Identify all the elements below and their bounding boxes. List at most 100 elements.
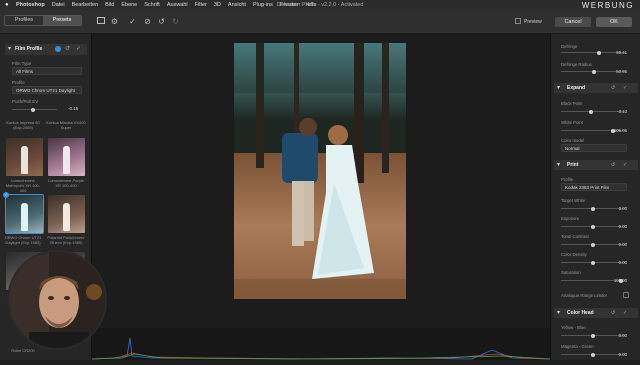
ok-button[interactable]: OK (596, 17, 632, 27)
print-row-slider[interactable] (561, 206, 625, 211)
print-profile-select[interactable]: Kodak 2383 Print Film (561, 183, 627, 191)
redo-icon[interactable]: ↻ (171, 17, 180, 26)
histogram-graph (91, 337, 551, 360)
chevron-down-icon[interactable]: ▾ (8, 45, 11, 52)
defringe-radius-knob[interactable] (591, 69, 596, 74)
film-thumbnail[interactable] (48, 195, 85, 233)
menu-item[interactable]: Schrift (144, 0, 160, 10)
menu-item[interactable]: Ansicht (228, 0, 246, 10)
menu-item[interactable]: 3D (214, 0, 221, 10)
menu-item[interactable]: Photoshop (16, 0, 45, 10)
chevron-down-icon[interactable]: ▾ (557, 308, 560, 318)
reset-icon[interactable]: ↺ (65, 45, 70, 52)
undo-icon[interactable]: ↺ (157, 17, 166, 26)
magenta-green-knob[interactable] (591, 352, 595, 357)
profile-label: Profile (12, 80, 25, 85)
menu-item[interactable]: Ebene (121, 0, 137, 10)
reset-icon[interactable]: ↺ (611, 160, 615, 170)
push-pull-value: -0.15 (68, 106, 79, 111)
right-panel: Defringe 59.41 Defringe Radius 50.95 Exp… (550, 34, 640, 360)
expand-title: Expand (567, 85, 586, 91)
print-row-label: Tonal Contrast (561, 234, 589, 239)
histogram (91, 328, 551, 360)
preview-checkbox[interactable] (515, 18, 521, 24)
film-thumbnail[interactable] (6, 138, 43, 176)
menu-item[interactable]: Plug-ins (253, 0, 273, 10)
apple-icon[interactable]: ● (5, 0, 9, 10)
preview-area[interactable] (91, 34, 551, 360)
thumbnail-caption: ORWO Chrom UT21 Daylight (Exp.1983) (4, 235, 42, 245)
thumbnail-caption: Lomochrome Purple XR 100-400 (47, 178, 85, 188)
gear-icon[interactable]: ⚙ (110, 17, 119, 26)
magenta-green-value: 0.00 (618, 352, 627, 357)
yellow-blue-value: 0.00 (618, 333, 627, 338)
film-profile-header[interactable]: Film Profile (5, 44, 87, 55)
menu-items: Photoshop Datei Bearbeiten Bild Ebene Schrift… (16, 0, 317, 10)
thumbnail-caption: Lomochrome Metropolis XR 100-400 (5, 178, 41, 193)
cancel-button[interactable]: Cancel (555, 17, 591, 27)
defringe-label: Defringe (561, 44, 578, 49)
print-row-value: 0.00 (618, 224, 627, 229)
menu-item[interactable]: Datei (52, 0, 65, 10)
defringe-knob[interactable] (596, 50, 601, 55)
color-head-title: Color Head (567, 310, 594, 316)
film-type-label: Film Type (12, 61, 32, 66)
photo-image (234, 43, 406, 299)
profile-select[interactable]: ORWO Chrom UT21 Daylight (12, 86, 82, 94)
favorite-heart-icon[interactable] (55, 46, 61, 52)
defringe-value: 59.41 (616, 50, 627, 55)
enable-check-icon[interactable]: ✓ (623, 308, 627, 318)
film-thumbnail[interactable] (48, 138, 85, 176)
black-point-knob[interactable] (589, 109, 594, 114)
color-model-label: Color model (561, 138, 585, 143)
print-profile-label: Profile (561, 177, 574, 182)
chevron-down-icon[interactable]: ▾ (557, 160, 560, 170)
yellow-blue-knob[interactable] (591, 333, 595, 338)
enable-check-icon[interactable]: ✓ (623, 160, 627, 170)
selected-check-icon: ✓ (3, 192, 9, 198)
split-view-icon[interactable] (97, 17, 105, 24)
thumbnail-caption: Rollei CR200 (11, 348, 35, 353)
enable-check-icon[interactable]: ✓ (76, 45, 81, 52)
print-row-value: 100.00 (613, 278, 627, 283)
tab-presets[interactable]: Presets (43, 16, 81, 25)
black-point-slider[interactable] (561, 109, 625, 114)
menu-item[interactable]: Bild (105, 0, 114, 10)
yellow-blue-label: Yellow - Blue (561, 325, 586, 330)
reset-icon[interactable]: ↺ (611, 308, 615, 318)
menu-item[interactable]: Filter (195, 0, 207, 10)
film-thumbnail-selected[interactable] (5, 194, 44, 234)
menu-item[interactable]: Auswahl (167, 0, 188, 10)
print-row-knob[interactable] (591, 242, 595, 247)
print-row-slider[interactable] (561, 260, 625, 265)
presenter-video (9, 252, 105, 348)
menu-item[interactable]: Fenster (280, 0, 299, 10)
magenta-green-label: Magenta - Green (561, 344, 594, 349)
print-row-slider[interactable] (561, 224, 625, 229)
print-row-knob[interactable] (591, 260, 595, 265)
magenta-green-slider[interactable] (561, 352, 625, 357)
print-row-knob[interactable] (591, 224, 595, 229)
print-row-label: Saturation (561, 270, 581, 275)
wedding-photo-preview[interactable] (234, 43, 406, 299)
menu-item[interactable]: Bearbeiten (72, 0, 99, 10)
analogue-range-checkbox[interactable] (623, 292, 629, 298)
chevron-down-icon[interactable]: ▾ (557, 83, 560, 93)
checkmark-circle-icon[interactable]: ✓ (128, 17, 137, 26)
yellow-blue-slider[interactable] (561, 333, 625, 338)
print-row-knob[interactable] (591, 206, 595, 211)
profiles-presets-toggle: Profiles Presets (4, 15, 82, 26)
thumbnail-caption: Konica Minolta VX400 Super (46, 120, 86, 130)
menu-item[interactable]: Hilfe (305, 0, 316, 10)
print-row-label: Exposure (561, 216, 580, 221)
reset-icon[interactable]: ↺ (611, 83, 615, 93)
print-row-slider[interactable] (561, 242, 625, 247)
film-type-select[interactable]: All Films (12, 67, 82, 75)
no-entry-icon[interactable]: ⊘ (143, 17, 152, 26)
color-model-select[interactable]: Normal (561, 144, 627, 152)
white-point-label: White Point (561, 120, 583, 125)
push-pull-knob[interactable] (31, 107, 36, 112)
enable-check-icon[interactable]: ✓ (623, 83, 627, 93)
tab-profiles[interactable]: Profiles (5, 16, 43, 25)
push-pull-slider[interactable] (12, 107, 57, 112)
